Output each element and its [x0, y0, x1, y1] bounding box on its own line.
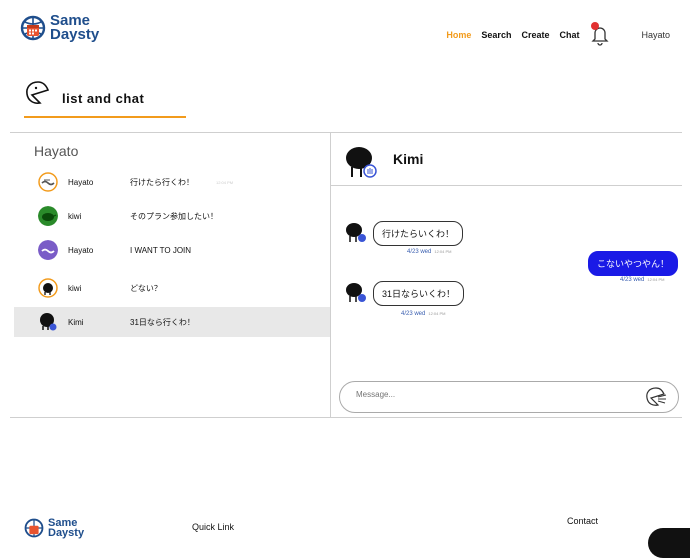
- conversation-message: どない？: [130, 283, 162, 293]
- message-timestamp: 4/23 wed 12:04 PM: [407, 249, 451, 255]
- message-time: 12:04 PM: [428, 311, 446, 316]
- chat-panel: Hayato Hayato 行けたら行くわ！ 12:04 PM kiwi そのプ…: [10, 132, 682, 418]
- avatar-kiwi-green-icon: [38, 206, 58, 226]
- page-title-text: list and chat: [62, 91, 145, 106]
- avatar-kiwi-black-icon: [38, 312, 58, 332]
- avatar-wave-icon: [38, 240, 58, 260]
- conversation-row[interactable]: kiwi そのプラン参加したい！: [14, 201, 330, 231]
- conversation-row[interactable]: Hayato 行けたら行くわ！ 12:04 PM: [14, 167, 330, 197]
- message-received: 行けたらいくわ！: [373, 221, 464, 246]
- nav-search[interactable]: Search: [481, 30, 511, 40]
- partner-avatar-icon: [346, 147, 377, 178]
- list-owner: Hayato: [34, 143, 79, 159]
- partner-avatar-icon: [346, 283, 366, 302]
- calendar-globe-icon: [20, 15, 46, 41]
- brand-line-2: Daysty: [50, 26, 100, 43]
- message-date: 4/23 wed: [407, 249, 432, 255]
- message-timestamp: 4/23 wed 12:04 PM: [620, 277, 664, 283]
- message-date: 4/23 wed: [620, 277, 645, 283]
- send-icon[interactable]: [644, 386, 668, 408]
- conversation-name: kiwi: [68, 211, 82, 221]
- conversation-message: I WANT TO JOIN: [130, 245, 192, 255]
- notification-bell-icon[interactable]: [589, 22, 611, 46]
- conversation-message: そのプラン参加したい！: [130, 211, 218, 221]
- conversation-time: 12:04 PM: [216, 179, 234, 185]
- brand-name: Same Daysty: [50, 13, 100, 43]
- conversation-row[interactable]: Hayato I WANT TO JOIN: [14, 235, 330, 265]
- pacman-face-icon: [26, 81, 50, 104]
- conversation-message: 行けたら行くわ！: [130, 177, 194, 187]
- calendar-globe-icon: [24, 518, 44, 538]
- partner-avatar-icon: [346, 223, 366, 242]
- top-nav: Home Search Create Chat Hayato: [436, 22, 670, 46]
- avatar-kiwi-black-icon: [38, 278, 58, 298]
- nav-home[interactable]: Home: [446, 30, 471, 40]
- conversation-name: Hayato: [68, 245, 94, 255]
- conversation-message: 31日なら行くわ！: [130, 317, 195, 327]
- conversation-name: Hayato: [68, 177, 94, 187]
- footer-quick-link: Quick Link: [192, 522, 235, 532]
- conversation-row-selected[interactable]: Kimi 31日なら行くわ！: [14, 307, 330, 337]
- message-date: 4/23 wed: [401, 311, 426, 317]
- brand-name: Same Daysty: [48, 518, 85, 539]
- floating-chat-button[interactable]: [648, 528, 690, 558]
- message-received: 31日ならいくわ！: [373, 281, 465, 306]
- chat-partner-name: Kimi: [393, 151, 424, 167]
- message-timestamp: 4/23 wed 12:04 PM: [401, 311, 445, 317]
- message-input[interactable]: [354, 389, 618, 400]
- chat-header: Kimi: [331, 133, 682, 186]
- conversation-list: Hayato Hayato 行けたら行くわ！ 12:04 PM kiwi そのプ…: [10, 133, 331, 417]
- nav-chat[interactable]: Chat: [559, 30, 579, 40]
- conversation-row[interactable]: kiwi どない？: [14, 273, 330, 303]
- footer-logo[interactable]: Same Daysty: [24, 518, 85, 539]
- message-time: 12:04 PM: [434, 249, 452, 254]
- footer-contact: Contact: [567, 516, 599, 526]
- brand-line-2: Daysty: [48, 527, 85, 539]
- conversation-name: Kimi: [68, 317, 84, 327]
- header-logo[interactable]: Same Daysty: [20, 13, 100, 43]
- conversation-name: kiwi: [68, 283, 82, 293]
- chat-area: Kimi 行けたらいくわ！ 4/23 wed 12:04 PM こないやつやん！ …: [331, 133, 682, 417]
- message-time: 12:04 PM: [647, 277, 665, 282]
- nav-create[interactable]: Create: [521, 30, 549, 40]
- page-title: list and chat: [24, 80, 144, 106]
- title-underline: [24, 116, 186, 118]
- user-name[interactable]: Hayato: [641, 30, 670, 40]
- message-input-wrap: [339, 381, 679, 413]
- message-sent: こないやつやん！: [588, 251, 679, 276]
- avatar-wave-icon: [38, 172, 58, 192]
